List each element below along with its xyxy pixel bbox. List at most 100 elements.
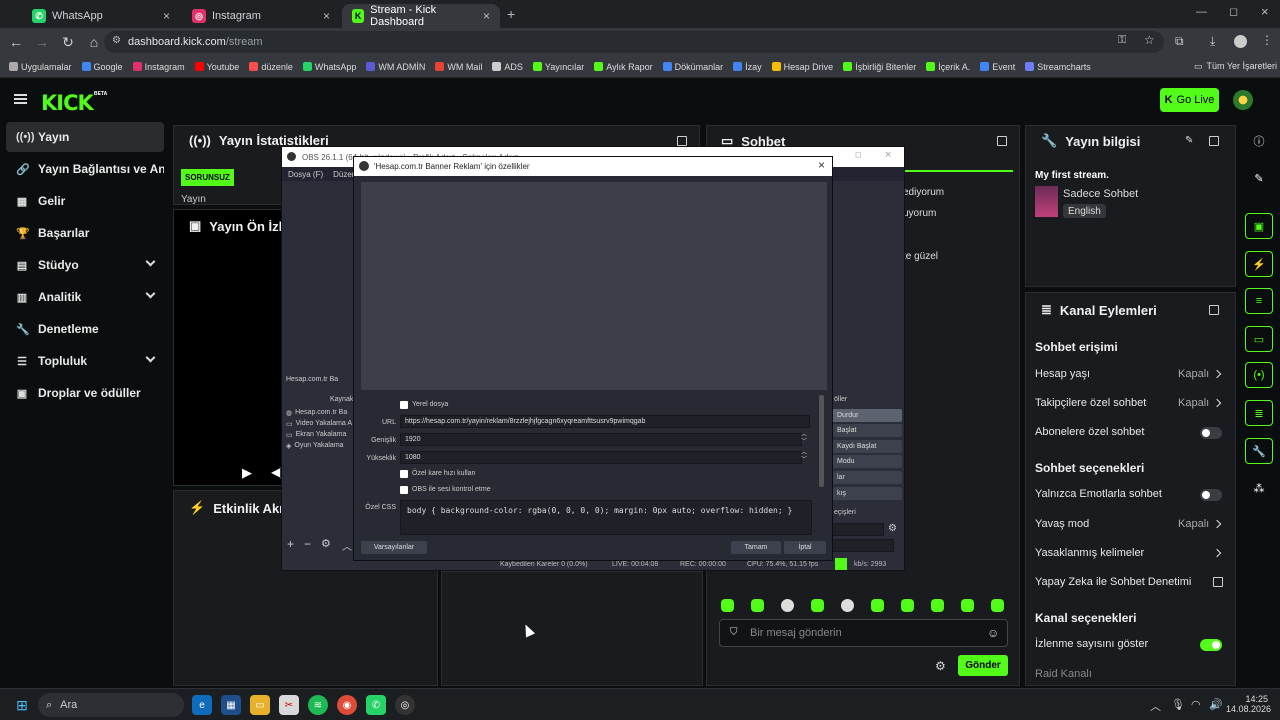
close-icon[interactable]: × bbox=[163, 9, 170, 23]
maximize-button[interactable]: ◻ bbox=[855, 150, 862, 159]
account-age-value[interactable]: Kapalı bbox=[1178, 368, 1209, 380]
raid-label[interactable]: Raid Kanalı bbox=[1035, 668, 1092, 680]
source-item[interactable]: ◈ Oyun Yakalama bbox=[286, 442, 344, 450]
sidebar-item-analytics[interactable]: ▥ Analitik bbox=[6, 282, 164, 312]
exit-button[interactable]: kış bbox=[832, 487, 902, 500]
settings-gear-icon[interactable]: ⚙ bbox=[935, 659, 946, 673]
source-item[interactable]: ▭ Ekran Yakalama bbox=[286, 431, 346, 439]
home-icon[interactable]: ⌂ bbox=[82, 30, 106, 54]
sidebar-item-studio[interactable]: ▤ Stüdyo bbox=[6, 250, 164, 280]
custom-css-field[interactable]: body { background-color: rgba(0, 0, 0, 0… bbox=[400, 500, 812, 535]
wrench-icon[interactable]: 🔧 bbox=[1245, 438, 1273, 464]
bookmark-item[interactable]: İçerik A. bbox=[921, 62, 975, 72]
studio-mode-button[interactable]: Modu bbox=[832, 455, 902, 468]
extensions-icon[interactable]: ⧉ bbox=[1175, 34, 1184, 49]
chat-input[interactable]: ⛉ Bir mesaj gönderin ☺ bbox=[719, 619, 1008, 647]
sidebar-item-revenue[interactable]: ▦ Gelir bbox=[6, 186, 164, 216]
window-close-button[interactable]: × bbox=[1261, 4, 1269, 19]
bookmark-item[interactable]: Yayıncılar bbox=[528, 62, 589, 72]
ok-button[interactable]: Tamam bbox=[731, 541, 781, 554]
new-tab-button[interactable]: + bbox=[507, 6, 515, 22]
settings-button[interactable]: lar bbox=[832, 471, 902, 484]
close-icon[interactable]: × bbox=[483, 9, 490, 23]
wifi-icon[interactable]: ◠ bbox=[1191, 698, 1201, 711]
video-icon[interactable]: ▣ bbox=[1245, 213, 1273, 239]
bookmark-item[interactable]: Hesap Drive bbox=[767, 62, 839, 72]
close-icon[interactable]: × bbox=[818, 158, 825, 172]
bookmark-item[interactable]: Dökümanlar bbox=[658, 62, 729, 72]
bookmark-item[interactable]: Youtube bbox=[190, 62, 245, 72]
edit-icon[interactable]: ✎ bbox=[1185, 135, 1193, 146]
custom-fps-checkbox[interactable] bbox=[400, 470, 408, 478]
move-up-icon[interactable]: ︿ bbox=[342, 538, 352, 553]
transition-duration[interactable] bbox=[832, 523, 884, 536]
emoji-icon[interactable]: ☺ bbox=[987, 626, 999, 640]
more-menu-icon[interactable]: ⋮ bbox=[1261, 33, 1273, 47]
minimize-button[interactable]: — bbox=[1196, 6, 1207, 18]
obs-audio-checkbox[interactable] bbox=[400, 486, 408, 494]
avatar[interactable] bbox=[1233, 90, 1253, 110]
send-button[interactable]: Gönder bbox=[958, 655, 1008, 676]
chevron-up-icon[interactable]: ︿ bbox=[1150, 698, 1161, 714]
add-source-icon[interactable]: + bbox=[287, 537, 294, 551]
tab-whatsapp[interactable]: ✆ WhatsApp × bbox=[22, 4, 180, 28]
bookmark-item[interactable]: düzenle bbox=[244, 62, 298, 72]
bookmark-item[interactable]: Google bbox=[77, 62, 128, 72]
popout-icon[interactable] bbox=[997, 136, 1007, 146]
emote-icon[interactable] bbox=[841, 599, 854, 612]
source-settings-icon[interactable]: ⚙ bbox=[321, 537, 331, 550]
list-icon[interactable]: ≡ bbox=[1245, 288, 1273, 314]
local-file-checkbox[interactable] bbox=[400, 401, 408, 409]
sidebar-item-moderation[interactable]: 🔧 Denetleme bbox=[6, 314, 164, 344]
close-icon[interactable]: × bbox=[885, 149, 891, 161]
sidebar-item-achievements[interactable]: 🏆 Başarılar bbox=[6, 218, 164, 248]
sidebar-item-community[interactable]: ☰ Topluluk bbox=[6, 346, 164, 376]
edge-icon[interactable]: e bbox=[192, 695, 212, 715]
emote-icon[interactable] bbox=[721, 599, 734, 612]
height-field[interactable]: 1080 bbox=[400, 451, 802, 464]
bookmark-item[interactable]: WhatsApp bbox=[298, 62, 362, 72]
bookmark-item[interactable]: Streamcharts bbox=[1020, 62, 1096, 72]
hamburger-menu-icon[interactable] bbox=[14, 94, 27, 104]
remove-source-icon[interactable]: − bbox=[304, 537, 311, 551]
spotify-icon[interactable]: ≋ bbox=[308, 695, 328, 715]
bookmark-item[interactable]: Uygulamalar bbox=[4, 62, 77, 72]
banned-words-label[interactable]: Yasaklanmış kelimeler bbox=[1035, 547, 1144, 559]
obs-icon[interactable]: ◎ bbox=[395, 695, 415, 715]
slow-mode-value[interactable]: Kapalı bbox=[1178, 518, 1209, 530]
bookmark-item[interactable]: ADS bbox=[487, 62, 528, 72]
popout-icon[interactable] bbox=[1209, 305, 1219, 315]
all-bookmarks[interactable]: ▭ Tüm Yer İşaretleri bbox=[1194, 61, 1277, 72]
emote-icon[interactable] bbox=[931, 599, 944, 612]
chat-icon[interactable]: ▭ bbox=[1245, 326, 1273, 352]
url-bar[interactable]: ⚙ dashboard.kick.com/stream ⚿ ☆ bbox=[104, 31, 1164, 53]
apps-icon[interactable]: ⁂ bbox=[1245, 475, 1273, 501]
subs-only-toggle[interactable] bbox=[1200, 427, 1222, 439]
emote-icon[interactable] bbox=[811, 599, 824, 612]
show-viewers-toggle[interactable] bbox=[1200, 639, 1222, 651]
stop-stream-button[interactable]: Durdur bbox=[832, 409, 902, 422]
whatsapp-icon[interactable]: ✆ bbox=[366, 695, 386, 715]
bookmark-item[interactable]: Aylık Rapor bbox=[589, 62, 657, 72]
key-icon[interactable]: ⚿ bbox=[1118, 34, 1126, 47]
defaults-button[interactable]: Varsayılanlar bbox=[361, 541, 427, 554]
snipping-icon[interactable]: ✂ bbox=[279, 695, 299, 715]
info-icon[interactable]: ⓘ bbox=[1245, 128, 1273, 154]
cancel-button[interactable]: İptal bbox=[784, 541, 826, 554]
maximize-button[interactable]: ◻ bbox=[1229, 5, 1238, 18]
transition-select[interactable] bbox=[832, 539, 894, 552]
tab-instagram[interactable]: ◎ Instagram × bbox=[182, 4, 340, 28]
gear-icon[interactable]: ⚙ bbox=[888, 523, 897, 534]
volume-icon[interactable]: 🔊 bbox=[1209, 698, 1223, 711]
star-icon[interactable]: ☆ bbox=[1144, 33, 1155, 47]
taskbar-search[interactable]: ⌕ Ara bbox=[38, 693, 184, 717]
popout-icon[interactable] bbox=[677, 136, 687, 146]
close-icon[interactable]: × bbox=[323, 9, 330, 23]
sidebar-item-yayin[interactable]: ((•)) Yayın bbox=[6, 122, 164, 152]
profile-icon[interactable] bbox=[1234, 35, 1247, 48]
bookmark-item[interactable]: İşbirliği Bitenler bbox=[838, 62, 921, 72]
url-field[interactable]: https://hesap.com.tr/yayin/reklam/8rzzle… bbox=[400, 415, 810, 428]
external-link-icon[interactable] bbox=[1213, 577, 1223, 587]
stack-icon[interactable]: ≣ bbox=[1245, 400, 1273, 426]
emote-icon[interactable] bbox=[901, 599, 914, 612]
